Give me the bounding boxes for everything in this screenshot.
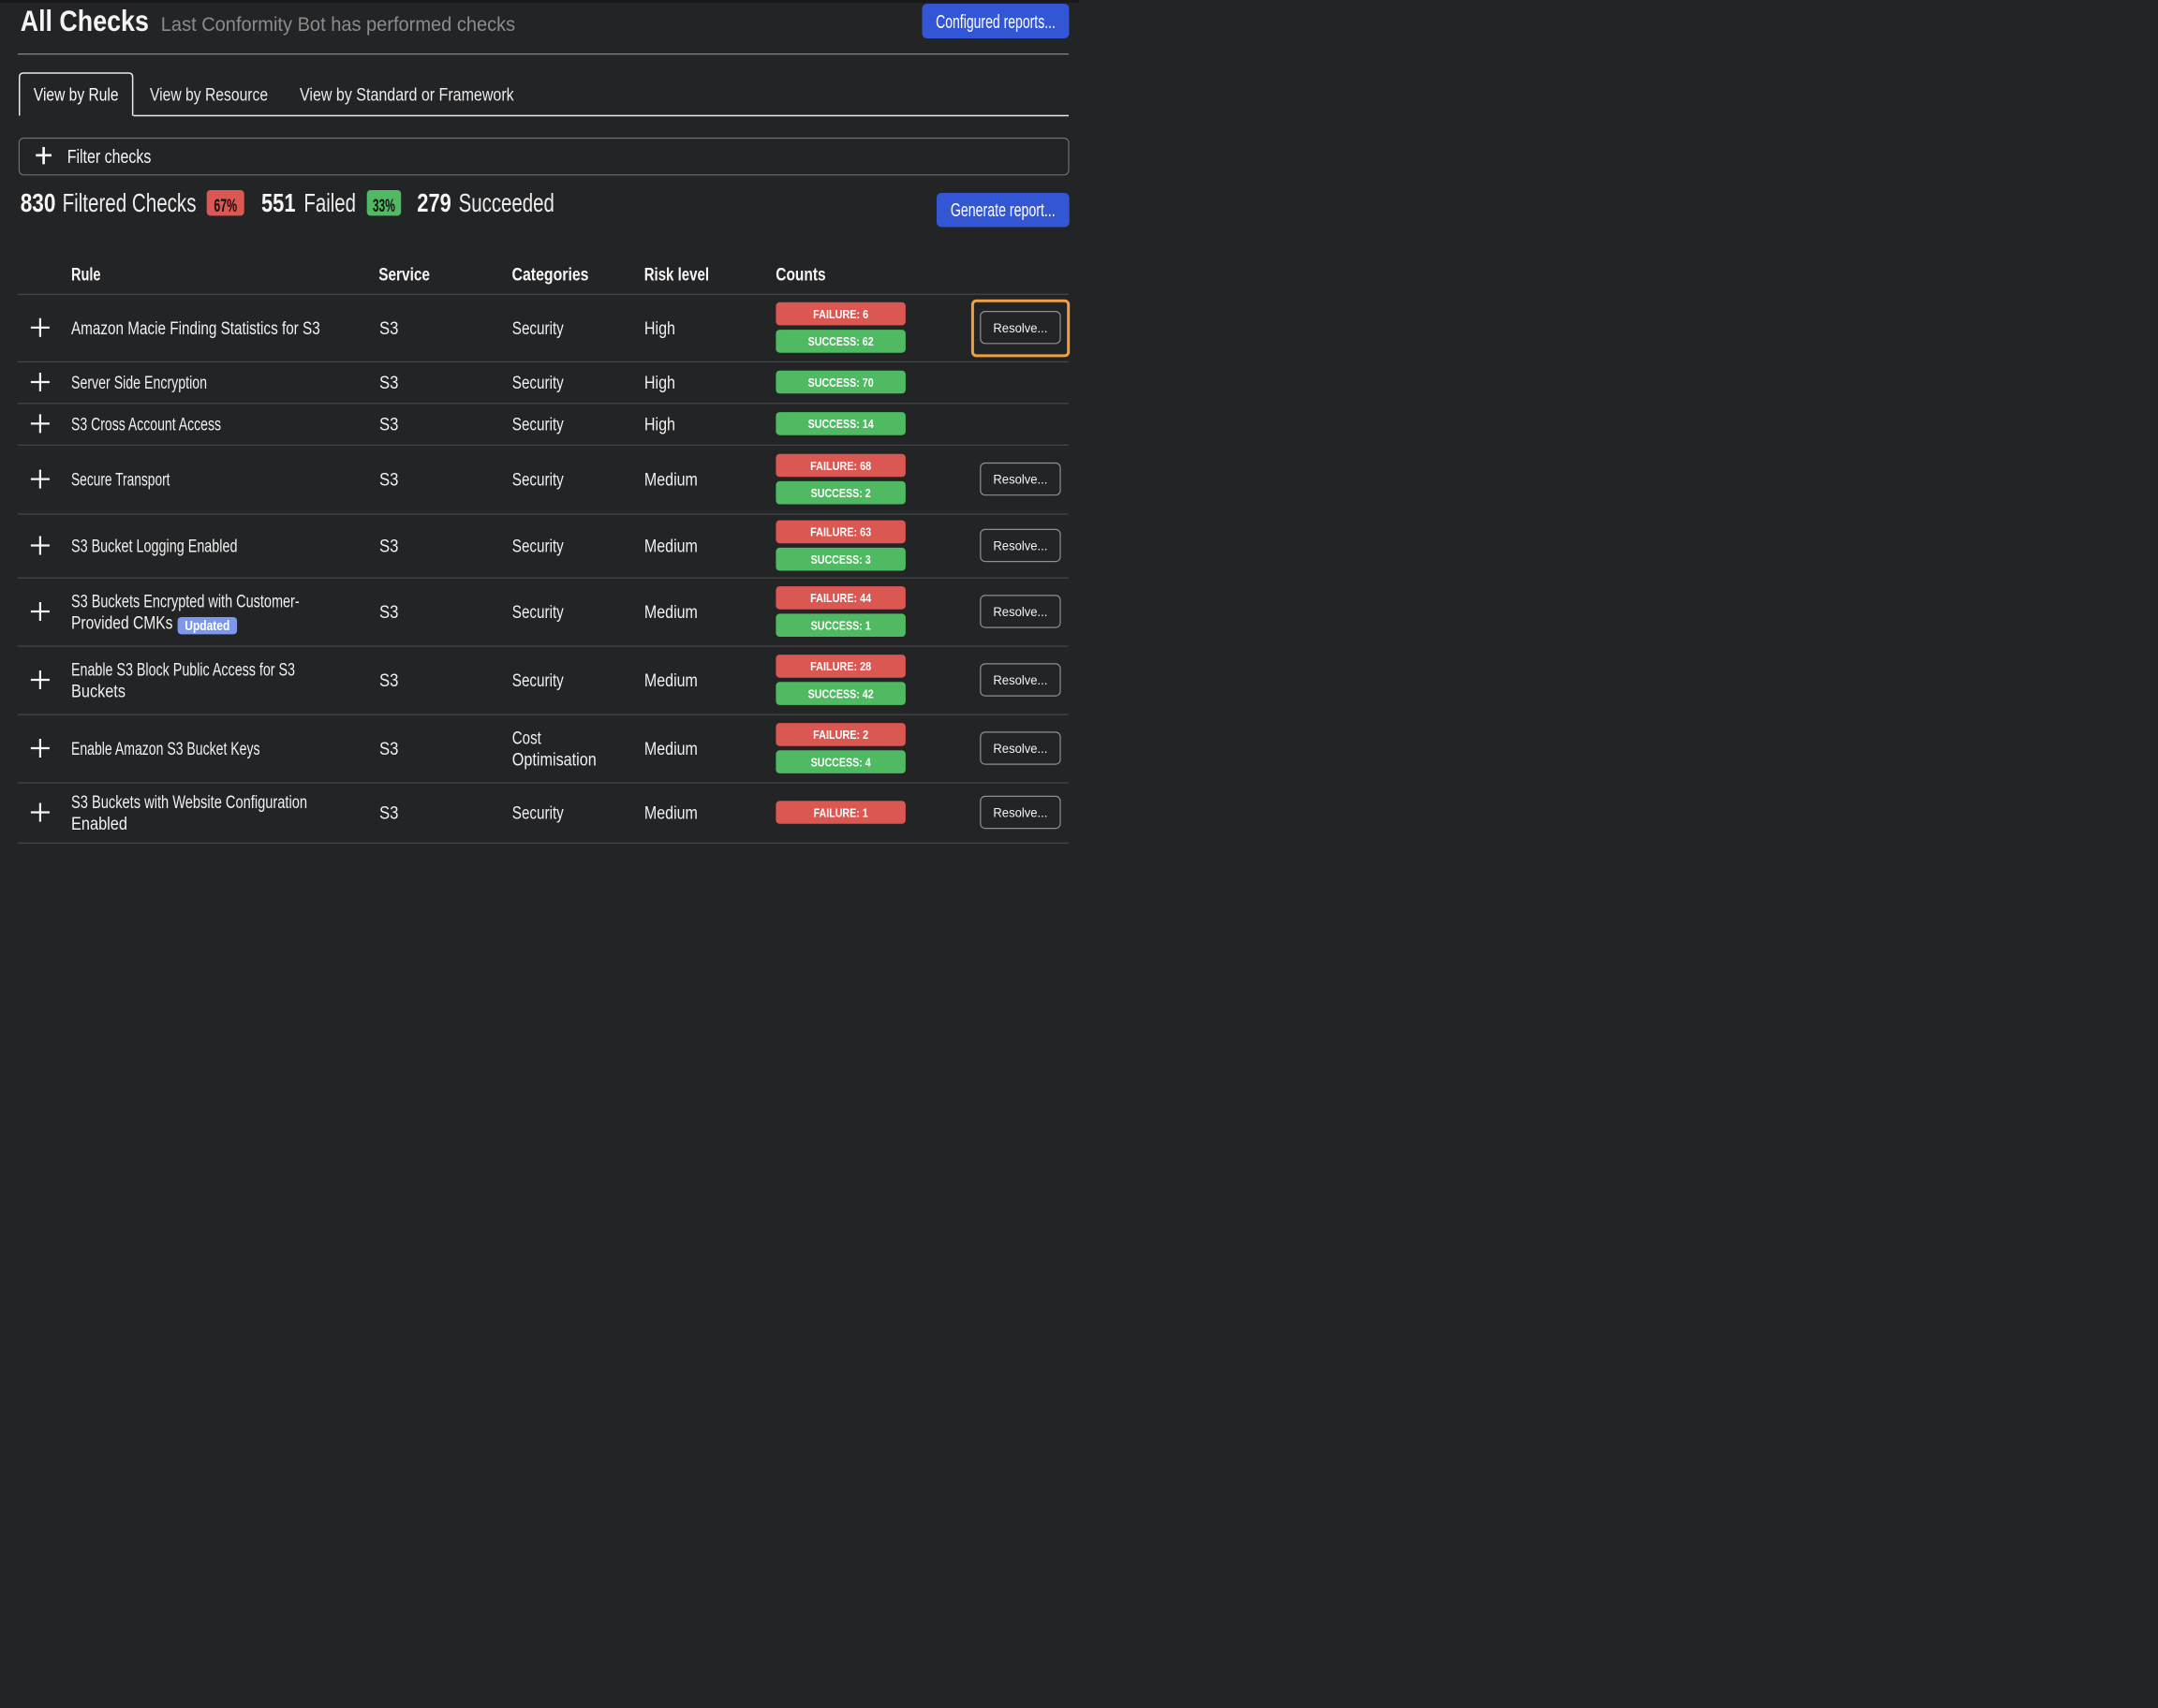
svg-text:SUCCESS: 62: SUCCESS: 62: [808, 334, 874, 348]
svg-text:S3: S3: [379, 804, 398, 824]
svg-text:Medium: Medium: [644, 804, 698, 824]
svg-text:67%: 67%: [214, 197, 237, 216]
svg-text:Provided CMKs: Provided CMKs: [71, 613, 173, 633]
svg-text:Server Side Encryption: Server Side Encryption: [71, 374, 207, 393]
svg-text:Security: Security: [512, 415, 564, 434]
svg-text:Buckets: Buckets: [71, 682, 126, 701]
svg-text:S3: S3: [379, 537, 398, 557]
svg-text:Resolve...: Resolve...: [993, 741, 1047, 756]
svg-text:S3: S3: [379, 603, 398, 623]
svg-text:Security: Security: [512, 471, 564, 491]
svg-text:S3 Cross Account Access: S3 Cross Account Access: [71, 415, 221, 434]
svg-text:Medium: Medium: [644, 603, 698, 623]
svg-text:FAILURE: 28: FAILURE: 28: [810, 659, 871, 673]
svg-text:Enabled: Enabled: [71, 815, 127, 834]
svg-text:Resolve...: Resolve...: [993, 320, 1047, 335]
svg-text:Resolve...: Resolve...: [993, 538, 1047, 553]
svg-text:Secure Transport: Secure Transport: [71, 471, 170, 491]
svg-text:S3: S3: [379, 374, 398, 393]
svg-text:FAILURE: 6: FAILURE: 6: [813, 307, 868, 321]
svg-text:S3 Buckets with Website Config: S3 Buckets with Website Configuration: [71, 793, 307, 813]
svg-text:FAILURE: 44: FAILURE: 44: [810, 591, 872, 605]
svg-text:Amazon Macie Finding Statistic: Amazon Macie Finding Statistics for S3: [71, 319, 320, 339]
svg-text:S3 Buckets Encrypted with Cust: S3 Buckets Encrypted with Customer-: [71, 593, 300, 612]
svg-text:Security: Security: [512, 671, 564, 691]
svg-text:279: 279: [417, 188, 451, 217]
svg-text:Resolve...: Resolve...: [993, 672, 1047, 687]
svg-text:Cost: Cost: [512, 729, 542, 749]
svg-text:S3: S3: [379, 415, 398, 434]
svg-text:Enable S3 Block Public Access: Enable S3 Block Public Access for S3: [71, 661, 295, 681]
svg-text:33%: 33%: [373, 197, 395, 216]
svg-text:View by Standard or Framework: View by Standard or Framework: [300, 85, 514, 106]
svg-text:830: 830: [21, 188, 56, 217]
svg-text:Security: Security: [512, 374, 564, 393]
svg-text:Resolve...: Resolve...: [993, 472, 1047, 487]
svg-text:Failed: Failed: [303, 188, 356, 217]
svg-text:Risk level: Risk level: [644, 266, 709, 286]
svg-text:SUCCESS: 70: SUCCESS: 70: [808, 375, 874, 390]
svg-text:Enable Amazon S3 Bucket Keys: Enable Amazon S3 Bucket Keys: [71, 740, 260, 759]
svg-text:Rule: Rule: [71, 266, 101, 286]
svg-text:Filter checks: Filter checks: [67, 147, 152, 168]
svg-text:Medium: Medium: [644, 671, 698, 691]
svg-text:Security: Security: [512, 537, 564, 557]
svg-text:Medium: Medium: [644, 537, 698, 557]
svg-text:Security: Security: [512, 319, 564, 339]
svg-text:SUCCESS: 14: SUCCESS: 14: [808, 417, 875, 431]
svg-text:Configured reports...: Configured reports...: [936, 12, 1056, 33]
svg-text:S3: S3: [379, 740, 398, 759]
svg-text:Updated: Updated: [185, 619, 229, 634]
svg-text:SUCCESS: 3: SUCCESS: 3: [811, 552, 871, 567]
svg-text:Counts: Counts: [776, 266, 825, 286]
svg-text:Last Conformity Bot has perfor: Last Conformity Bot has performed checks: [161, 13, 515, 36]
svg-text:S3: S3: [379, 319, 398, 339]
svg-text:S3 Bucket Logging Enabled: S3 Bucket Logging Enabled: [71, 537, 238, 557]
svg-text:Service: Service: [378, 266, 430, 286]
svg-text:Medium: Medium: [644, 471, 698, 491]
svg-text:FAILURE: 63: FAILURE: 63: [810, 525, 871, 539]
svg-text:All Checks: All Checks: [21, 4, 149, 37]
svg-text:High: High: [644, 374, 675, 393]
svg-text:SUCCESS: 2: SUCCESS: 2: [811, 486, 871, 500]
svg-text:S3: S3: [379, 471, 398, 491]
svg-text:High: High: [644, 415, 675, 434]
svg-text:View by Rule: View by Rule: [34, 85, 119, 106]
svg-text:SUCCESS: 1: SUCCESS: 1: [811, 618, 871, 632]
svg-text:Optimisation: Optimisation: [512, 750, 597, 770]
svg-text:Medium: Medium: [644, 740, 698, 759]
svg-text:View by Resource: View by Resource: [150, 85, 268, 106]
svg-text:High: High: [644, 319, 675, 339]
svg-text:Succeeded: Succeeded: [459, 188, 554, 217]
svg-text:SUCCESS: 42: SUCCESS: 42: [808, 686, 874, 700]
svg-text:Filtered Checks: Filtered Checks: [63, 188, 197, 217]
svg-text:Categories: Categories: [512, 266, 589, 286]
svg-text:FAILURE: 2: FAILURE: 2: [813, 728, 868, 742]
svg-text:FAILURE: 1: FAILURE: 1: [814, 805, 868, 819]
svg-text:551: 551: [261, 188, 296, 217]
svg-text:Security: Security: [512, 804, 564, 824]
svg-text:S3: S3: [379, 671, 398, 691]
svg-text:SUCCESS: 4: SUCCESS: 4: [811, 755, 872, 769]
svg-text:Resolve...: Resolve...: [993, 604, 1047, 619]
svg-text:Generate report...: Generate report...: [951, 200, 1056, 221]
svg-text:FAILURE: 68: FAILURE: 68: [810, 459, 871, 473]
svg-text:Security: Security: [512, 603, 564, 623]
svg-text:Resolve...: Resolve...: [993, 805, 1047, 820]
